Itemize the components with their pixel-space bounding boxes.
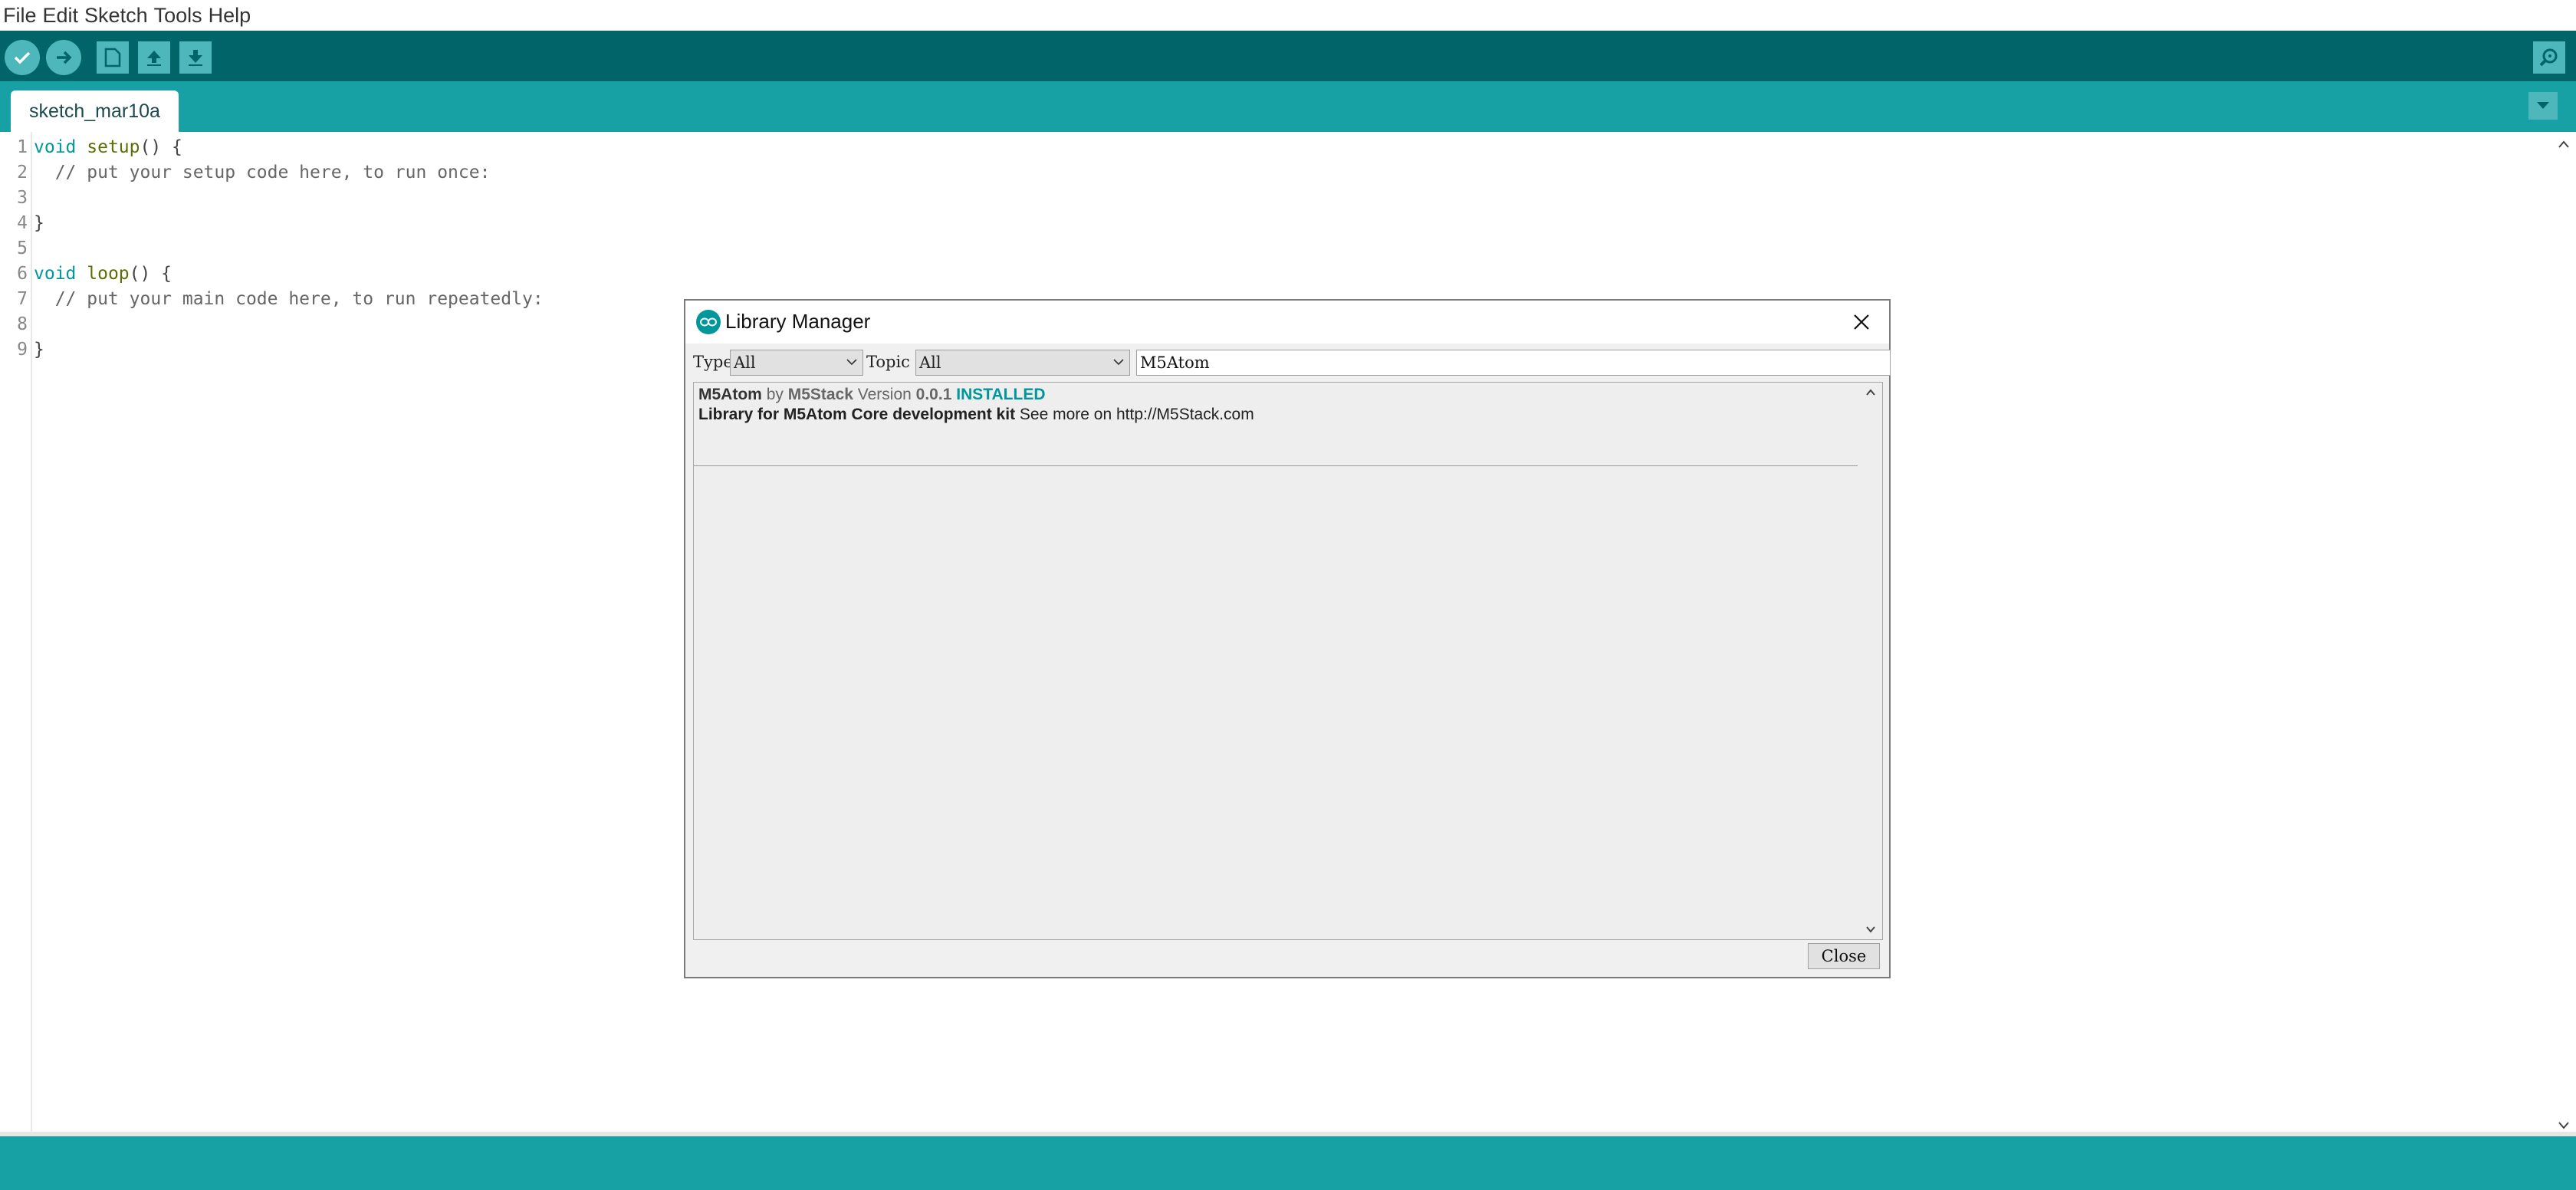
close-button[interactable]: Close [1808, 943, 1880, 969]
type-select-value: All [734, 353, 756, 372]
line-number: 5 [17, 238, 28, 258]
menu-edit[interactable]: Edit [40, 4, 79, 28]
chevron-down-icon [846, 359, 857, 366]
chevron-down-icon [2537, 102, 2549, 109]
chevron-down-icon [1113, 359, 1124, 366]
topic-select-value: All [919, 353, 941, 372]
serial-monitor-button[interactable] [2533, 41, 2565, 74]
line-number: 3 [17, 188, 28, 208]
menu-sketch[interactable]: Sketch [81, 4, 148, 28]
new-icon [104, 48, 121, 67]
menu-bar: File Edit Sketch Tools Help [0, 0, 2576, 31]
tab-menu-button[interactable] [2528, 92, 2558, 120]
scroll-down-icon [2558, 1122, 2569, 1129]
line-number: 4 [17, 213, 28, 233]
scroll-up-icon [1866, 389, 1875, 396]
library-description-line: Library for M5Atom Core development kit … [698, 406, 1254, 424]
scroll-down-icon [1866, 926, 1875, 933]
new-button[interactable] [97, 41, 129, 74]
line-number: 9 [17, 340, 28, 360]
dialog-titlebar[interactable]: Library Manager [685, 301, 1889, 344]
code-text: void loop() { [34, 261, 172, 287]
type-label: Type [693, 353, 733, 371]
code-token: void [34, 137, 77, 157]
tab-bar: sketch_mar10a [0, 81, 2576, 132]
code-token: } [34, 213, 44, 233]
code-text: // put your main code here, to run repea… [34, 287, 544, 312]
menu-help[interactable]: Help [205, 4, 251, 28]
arduino-logo-icon [696, 310, 721, 334]
topic-label: Topic [866, 353, 910, 371]
code-token: // put your setup code here, to run once… [34, 163, 491, 182]
library-manager-dialog: Library Manager Type All Topic All M5Ato… [684, 299, 1891, 978]
type-select[interactable]: All [730, 350, 863, 376]
open-icon [147, 51, 161, 66]
library-description: Library for M5Atom Core development kit [698, 406, 1016, 423]
code-text: } [34, 337, 44, 363]
verify-button[interactable] [5, 40, 40, 75]
line-number: 1 [17, 137, 28, 157]
code-token: } [34, 340, 44, 360]
code-text: } [34, 211, 44, 236]
library-author: M5Stack [787, 386, 853, 403]
library-by: by [766, 386, 784, 403]
serial-monitor-icon [2539, 48, 2558, 67]
filter-bar: Type All Topic All M5Atom [693, 350, 1891, 377]
list-item[interactable]: M5Atom by M5Stack Version 0.0.1 INSTALLE… [694, 383, 1858, 466]
dialog-close-button[interactable] [1848, 308, 1875, 336]
code-text: void setup() { [34, 135, 182, 160]
close-icon [1854, 314, 1869, 330]
code-token: setup [87, 137, 140, 157]
code-token: () { [140, 137, 182, 157]
library-header: M5Atom by M5Stack Version 0.0.1 INSTALLE… [698, 386, 1046, 404]
upload-button[interactable] [46, 40, 81, 75]
code-token: loop [87, 264, 130, 284]
menu-tools[interactable]: Tools [151, 4, 202, 28]
topic-select[interactable]: All [915, 350, 1130, 376]
toolbar [0, 31, 2576, 81]
library-more-link[interactable]: See more on http://M5Stack.com [1020, 406, 1254, 423]
library-version: 0.0.1 [915, 386, 952, 403]
line-number: 7 [17, 289, 28, 309]
tab-sketch[interactable]: sketch_mar10a [11, 90, 179, 132]
status-badge: INSTALLED [956, 386, 1046, 403]
line-number: 6 [17, 264, 28, 284]
save-button[interactable] [179, 41, 212, 74]
library-version-label: Version [857, 386, 912, 403]
code-token: void [34, 264, 77, 284]
line-number: 2 [17, 163, 28, 182]
upload-icon [57, 51, 72, 64]
dialog-title: Library Manager [725, 310, 871, 333]
search-input[interactable]: M5Atom [1136, 350, 1891, 376]
verify-icon [14, 51, 31, 64]
open-button[interactable] [138, 41, 170, 74]
library-name: M5Atom [698, 386, 762, 403]
list-scrollbar[interactable] [1859, 383, 1882, 939]
menu-file[interactable]: File [0, 4, 37, 28]
library-list: M5Atom by M5Stack Version 0.0.1 INSTALLE… [693, 382, 1883, 940]
status-bar [0, 1136, 2576, 1190]
save-icon [189, 50, 202, 66]
scroll-up-icon [2558, 140, 2569, 148]
line-number: 8 [17, 314, 28, 334]
code-token: // put your main code here, to run repea… [34, 289, 544, 309]
code-token: () { [129, 264, 172, 284]
editor-scrollbar[interactable] [2551, 132, 2576, 1136]
code-text: // put your setup code here, to run once… [34, 160, 491, 186]
